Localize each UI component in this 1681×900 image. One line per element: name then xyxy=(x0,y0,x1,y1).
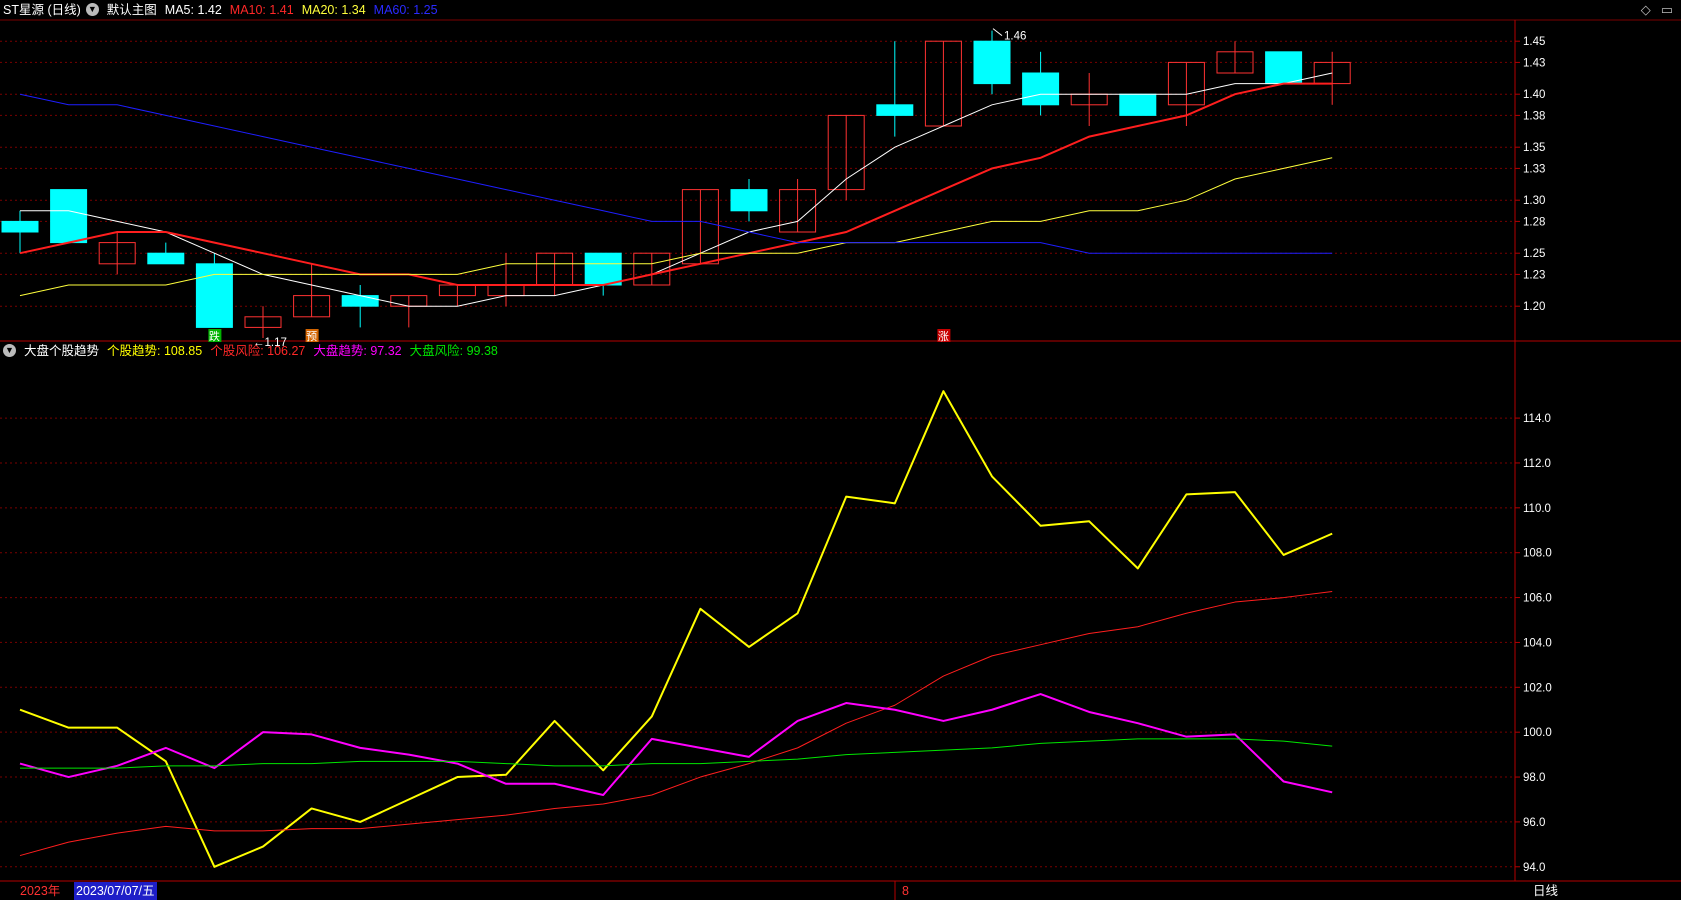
price-tick-label: 1.23 xyxy=(1523,269,1545,281)
candle-body xyxy=(195,263,233,328)
candle-body xyxy=(584,252,622,286)
indicator-tick-label: 100.0 xyxy=(1523,727,1552,739)
indicator-tick-label: 98.0 xyxy=(1523,772,1545,784)
indicator-tick-label: 106.0 xyxy=(1523,593,1552,605)
candle-body xyxy=(876,104,914,116)
max-marker-arrow xyxy=(992,28,1003,36)
price-tick-label: 1.35 xyxy=(1523,142,1545,154)
price-tick-label: 1.28 xyxy=(1523,216,1545,228)
indicator-tick-label: 102.0 xyxy=(1523,682,1552,694)
price-tick-label: 1.43 xyxy=(1523,57,1545,69)
price-annotation: 1.46 xyxy=(1004,31,1026,43)
candle-body xyxy=(341,295,379,307)
time-axis: 2023年 2023/07/07/五 8 日线 xyxy=(0,882,1681,900)
price-tick-label: 1.38 xyxy=(1523,110,1545,122)
indicator-tick-label: 108.0 xyxy=(1523,548,1552,560)
signal-tag: 涨 xyxy=(938,330,949,343)
signal-tag: 预 xyxy=(306,330,317,343)
indicator-tick-label: 114.0 xyxy=(1523,413,1551,425)
market-trend-line xyxy=(19,693,1333,796)
indicator-tick-label: 104.0 xyxy=(1523,637,1552,649)
candle-body xyxy=(1022,72,1060,106)
year-label: 2023年 xyxy=(20,884,61,898)
candle-body xyxy=(1119,93,1157,116)
indicator-tick-label: 94.0 xyxy=(1523,862,1545,874)
price-tick-label: 1.45 xyxy=(1523,36,1545,48)
price-tick-label: 1.40 xyxy=(1523,89,1545,101)
indicator-tick-label: 96.0 xyxy=(1523,817,1545,829)
price-tick-label: 1.25 xyxy=(1523,248,1545,260)
indicator-tick-label: 112.0 xyxy=(1523,458,1551,470)
candle-body xyxy=(1265,51,1303,85)
price-tick-label: 1.30 xyxy=(1523,195,1545,207)
candle-body xyxy=(147,252,185,265)
month-tick: 8 xyxy=(902,884,909,898)
candle-body xyxy=(1,220,39,233)
candle-body xyxy=(730,189,768,212)
period-label[interactable]: 日线 xyxy=(1533,882,1558,900)
price-tick-label: 1.20 xyxy=(1523,301,1545,313)
candle-body xyxy=(50,189,88,244)
cursor-date: 2023/07/07/五 xyxy=(74,882,157,900)
price-tick-label: 1.33 xyxy=(1523,163,1545,175)
candle-body xyxy=(973,40,1011,85)
chart-canvas[interactable]: 1.45 1.43 1.40 1.38 1.35 1.33 1.30 1.28 1.25 1.23… xyxy=(0,0,1681,900)
signal-tag: 跌 xyxy=(209,329,220,343)
ma-line-ma60 xyxy=(19,93,1333,254)
indicator-tick-label: 110.0 xyxy=(1523,503,1551,515)
price-annotation: ←1.17 xyxy=(253,337,287,349)
